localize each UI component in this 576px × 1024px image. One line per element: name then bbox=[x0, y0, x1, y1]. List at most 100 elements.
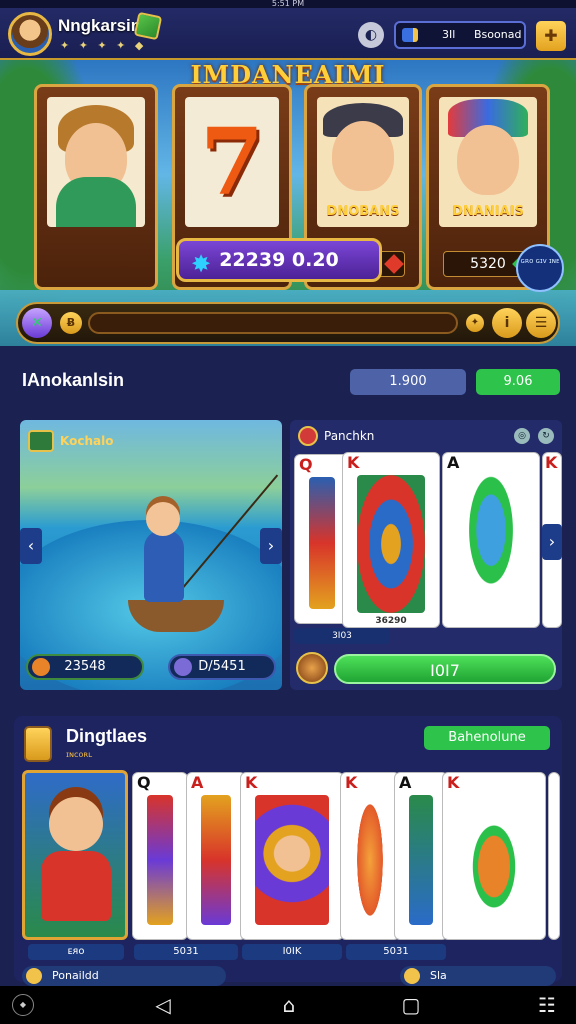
section-title: Dingtlaes bbox=[66, 726, 148, 746]
info-icon[interactable]: ◐ bbox=[358, 22, 384, 48]
fishing-game-card[interactable]: Kochalo ‹ › 23548 D/5451 bbox=[20, 420, 282, 690]
star-icon: ✸ bbox=[191, 250, 212, 278]
recents-icon[interactable]: ▢ bbox=[398, 992, 424, 1018]
section-subtitle: ɪɴᴄᴏʀʟ bbox=[66, 750, 93, 759]
reel-face bbox=[47, 97, 145, 227]
character-face bbox=[457, 125, 519, 195]
reel-symbol-seven: 7 bbox=[199, 108, 264, 216]
balance-button[interactable]: Bahenolune bbox=[424, 726, 550, 750]
coin-icon: Ƀ bbox=[60, 312, 82, 334]
card-rank: K bbox=[447, 773, 460, 792]
side-badge[interactable]: ɢʀᴏ ɢɪᴠ ɪɴᴇ bbox=[516, 244, 564, 292]
card-art bbox=[355, 795, 385, 925]
card-art bbox=[147, 795, 173, 925]
status-time: 5:51 PM bbox=[271, 0, 305, 8]
girl-illustration bbox=[144, 530, 184, 602]
coin-icon bbox=[296, 652, 328, 684]
bottom-tabs: Ponaildd Sla bbox=[0, 962, 576, 986]
hero-banner[interactable]: IMDANEAIMI 7 5200 DNOBANS 5280 DNANIAIS … bbox=[0, 60, 576, 346]
playing-card[interactable]: K 36290 bbox=[342, 452, 440, 628]
deck-value: 5031 bbox=[134, 944, 238, 960]
refresh-icon[interactable]: ↻ bbox=[538, 428, 554, 444]
game-stat-left: 23548 bbox=[26, 654, 144, 680]
chevron-right-icon[interactable]: › bbox=[542, 524, 562, 560]
playing-card[interactable]: K bbox=[442, 772, 546, 940]
flower-icon bbox=[174, 658, 192, 676]
reel-face: DNOBANS bbox=[317, 97, 409, 227]
reel-character-label: DNOBANS bbox=[326, 204, 400, 219]
playing-card[interactable]: A bbox=[186, 772, 246, 940]
card-art bbox=[409, 795, 433, 925]
game-stat-right: D/5451 bbox=[168, 654, 276, 680]
menu-icon[interactable]: ☰ bbox=[526, 308, 556, 338]
card-rank: K bbox=[347, 453, 360, 472]
play-button[interactable]: I0I7 bbox=[334, 654, 556, 684]
game-tag: Panchkn bbox=[298, 426, 374, 446]
gear-icon[interactable]: ✦ bbox=[466, 314, 484, 332]
card-rank: A bbox=[191, 773, 204, 792]
reel-1[interactable] bbox=[34, 84, 158, 290]
status-bar: 5:51 PM bbox=[0, 0, 576, 8]
deck-value: I0IK bbox=[242, 944, 342, 960]
card-art bbox=[357, 475, 425, 613]
settings-icon[interactable]: ◎ bbox=[514, 428, 530, 444]
card-rank: Q bbox=[137, 773, 151, 792]
jackpot-value: 22239 0.20 bbox=[219, 249, 339, 271]
game-icon bbox=[28, 430, 54, 452]
boy-illustration bbox=[49, 797, 103, 851]
card-small-label: 3I03 bbox=[294, 628, 390, 644]
girl-head bbox=[146, 502, 180, 536]
playing-card[interactable]: Q bbox=[132, 772, 188, 940]
stat-pill[interactable]: 1.900 bbox=[350, 369, 466, 395]
coin-icon bbox=[26, 968, 42, 984]
card-label: 36290 bbox=[375, 616, 407, 626]
tab-right[interactable]: Sla bbox=[400, 966, 556, 986]
progress-bar[interactable]: ✕ Ƀ ✦ i ☰ bbox=[16, 302, 560, 344]
hero-card[interactable] bbox=[22, 770, 128, 940]
playing-card[interactable]: K bbox=[340, 772, 400, 940]
tab-label: Sla bbox=[430, 969, 447, 982]
card-rank: K bbox=[245, 773, 258, 792]
playing-card[interactable]: A bbox=[394, 772, 448, 940]
tab-label: Ponaildd bbox=[52, 969, 99, 982]
crown-icon bbox=[133, 11, 163, 41]
section-deck: Dingtlaes ɪɴᴄᴏʀʟ Bahenolune Q A K K A K … bbox=[14, 716, 562, 982]
character-face bbox=[332, 121, 394, 191]
card-art bbox=[201, 795, 231, 925]
star-icon bbox=[404, 968, 420, 984]
balance-display[interactable]: 3Il Bsoonad bbox=[394, 21, 526, 49]
app-title: Nngkarsin bbox=[58, 16, 142, 35]
deck-value: 5031 bbox=[346, 944, 446, 960]
gem-icon bbox=[32, 658, 50, 676]
info-icon[interactable]: i bbox=[492, 308, 522, 338]
card-rank: A bbox=[399, 773, 412, 792]
playing-card[interactable]: K bbox=[240, 772, 344, 940]
avatar[interactable] bbox=[8, 12, 52, 56]
tab-left[interactable]: Ponaildd bbox=[22, 966, 226, 986]
game-stat-value: 23548 bbox=[64, 659, 106, 674]
chevron-right-icon[interactable]: › bbox=[260, 528, 282, 564]
progress-track bbox=[88, 312, 458, 334]
home-icon[interactable]: ⌂ bbox=[276, 992, 302, 1018]
gift-icon[interactable]: ✚ bbox=[536, 21, 566, 51]
stat-pill-green[interactable]: 9.06 bbox=[476, 369, 560, 395]
card-rank: K bbox=[545, 453, 558, 472]
reel-character-label: DNANIAIS bbox=[452, 204, 524, 219]
system-nav-bar: ◆ ◁ ⌂ ▢ ☷ bbox=[0, 986, 576, 1024]
reel-face: 7 bbox=[185, 97, 279, 227]
playing-card[interactable]: A bbox=[442, 452, 540, 628]
reel-face: DNANIAIS bbox=[439, 97, 537, 227]
balance-value: 3Il bbox=[442, 28, 456, 41]
close-icon[interactable]: ✕ bbox=[22, 308, 52, 338]
game-tag: Kochalo bbox=[28, 430, 113, 452]
card-art bbox=[457, 475, 525, 613]
jackpot-display[interactable]: ✸ 22239 0.20 bbox=[176, 238, 382, 282]
chevron-left-icon[interactable]: ‹ bbox=[20, 528, 42, 564]
back-icon[interactable]: ◁ bbox=[150, 992, 176, 1018]
game-stat-value: D/5451 bbox=[198, 659, 246, 674]
card-game-panel[interactable]: Panchkn ◎ ↻ Q K 36290 A K › 3I03 I0I7 bbox=[290, 420, 562, 690]
app-icon[interactable]: ◆ bbox=[12, 994, 34, 1016]
card-rank: K bbox=[345, 773, 358, 792]
menu-icon[interactable]: ☷ bbox=[534, 992, 560, 1018]
card-rank: Q bbox=[299, 455, 313, 474]
